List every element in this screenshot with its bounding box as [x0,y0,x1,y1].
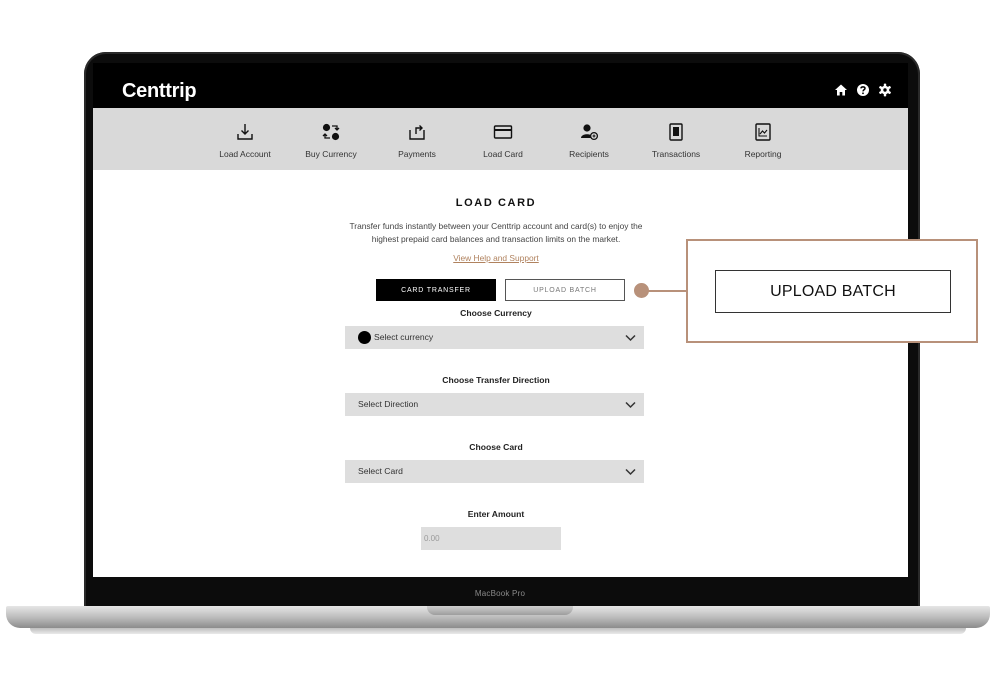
callout-marker [634,283,649,298]
amount-input[interactable] [421,527,561,550]
nav-label: Load Account [219,149,271,159]
laptop-shadow [30,628,966,634]
amount-label: Enter Amount [467,509,525,519]
nav-item-reporting[interactable]: Reporting [723,108,803,170]
upload-icon [409,125,425,140]
main-nav: Load Account Buy Currency Payments Load … [93,108,908,170]
direction-label: Choose Transfer Direction [442,375,550,385]
direction-select-value: Select Direction [358,399,419,409]
nav-item-recipients[interactable]: Recipients [549,108,629,170]
nav-label: Recipients [569,149,609,159]
help-icon[interactable] [856,83,870,97]
chart-icon [755,123,771,141]
currency-label: Choose Currency [460,308,532,318]
description-line: highest prepaid card balances and transa… [371,233,621,244]
nav-label: Buy Currency [305,149,357,159]
device-label: MacBook Pro [474,589,526,598]
nav-label: Load Card [483,149,523,159]
tab-card-transfer[interactable]: CARD TRANSFER [376,279,496,301]
download-icon [237,124,253,140]
currency-flag-icon [358,331,371,344]
nav-item-payments[interactable]: Payments [377,108,457,170]
currency-select-value: Select currency [374,332,434,342]
nav-label: Reporting [744,149,782,159]
recipient-icon [581,124,599,141]
brand-logo[interactable]: Centtrip [122,80,197,103]
settings-icon[interactable] [878,83,892,97]
nav-item-load-account[interactable]: Load Account [205,108,285,170]
laptop-notch [427,606,573,615]
currency-exchange-icon [322,123,340,141]
card-icon [493,125,513,139]
nav-item-load-card[interactable]: Load Card [463,108,543,170]
chevron-down-icon [625,334,636,342]
nav-item-transactions[interactable]: Transactions [636,108,716,170]
card-label: Choose Card [469,442,523,452]
page-description: Transfer funds instantly between your Ce… [325,220,667,245]
callout-label: UPLOAD BATCH [715,270,951,313]
card-select-value: Select Card [358,466,403,476]
page-title: LOAD CARD [455,197,537,209]
direction-select[interactable]: Select Direction [345,393,644,416]
chevron-down-icon [625,401,636,409]
home-icon[interactable] [834,83,848,97]
nav-item-buy-currency[interactable]: Buy Currency [291,108,371,170]
description-line: Transfer funds instantly between your Ce… [349,221,643,231]
callout-box: UPLOAD BATCH [686,239,978,343]
currency-select[interactable]: Select currency [345,326,644,349]
chevron-down-icon [625,468,636,476]
card-select[interactable]: Select Card [345,460,644,483]
tab-upload-batch[interactable]: UPLOAD BATCH [505,279,625,301]
help-support-link[interactable]: View Help and Support [423,253,569,263]
app-header: Centtrip [93,63,908,108]
nav-label: Payments [398,149,436,159]
nav-label: Transactions [651,149,701,159]
document-icon [669,123,683,141]
